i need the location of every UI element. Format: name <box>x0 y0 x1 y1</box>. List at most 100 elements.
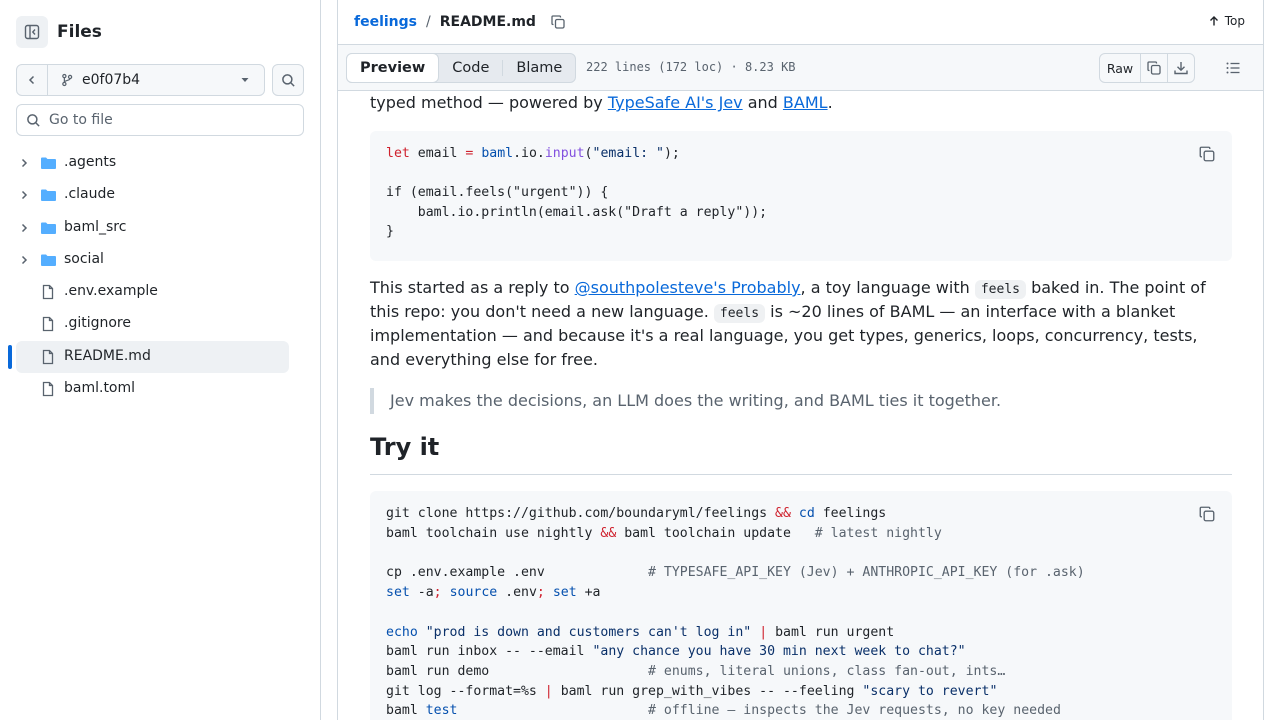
sidebar-collapse-icon <box>24 24 40 40</box>
tree-item-label: baml.toml <box>64 380 136 397</box>
tree-file-readme[interactable]: README.md <box>0 340 321 373</box>
tree-item-label: .gitignore <box>64 315 131 332</box>
code-line: let email = baml.io.input("email: "); <box>386 146 680 161</box>
chevron-right-icon[interactable] <box>18 157 30 169</box>
back-button[interactable] <box>17 65 48 95</box>
code-line: } <box>386 224 394 239</box>
breadcrumb-repo-link[interactable]: feelings <box>354 14 417 30</box>
git-branch-icon <box>62 73 73 87</box>
code-line: baml run demo # enums, literal unions, c… <box>386 664 1006 679</box>
breadcrumb-file: README.md <box>439 14 536 30</box>
file-icon <box>42 285 54 300</box>
copy-code-icon[interactable] <box>1198 145 1216 163</box>
tab-code[interactable]: Code <box>439 54 502 82</box>
tree-item-label: .env.example <box>64 283 158 300</box>
file-header: feelings / README.md Top <box>338 0 1263 45</box>
caret-down-icon <box>241 78 249 82</box>
inline-code: feels <box>713 304 766 323</box>
tree-item-label: baml_src <box>64 218 127 235</box>
tree-item-label: .claude <box>64 186 115 203</box>
code-block-try-it: git clone https://github.com/boundaryml/… <box>370 491 1232 720</box>
tree-file-gitignore[interactable]: .gitignore <box>0 308 321 340</box>
tree-file-baml-toml[interactable]: baml.toml <box>0 373 321 405</box>
chevron-right-icon[interactable] <box>18 254 30 266</box>
search-icon <box>281 73 295 87</box>
file-toolbar: Preview Code Blame 222 lines (172 loc) ·… <box>338 45 1263 91</box>
probably-link[interactable]: @southpolesteve's Probably <box>575 278 801 297</box>
tab-blame[interactable]: Blame <box>503 54 575 82</box>
file-icon <box>42 349 54 364</box>
copy-icon <box>1147 61 1161 75</box>
chevron-right-icon[interactable] <box>18 222 30 234</box>
folder-icon <box>41 222 56 234</box>
folder-icon <box>41 157 56 169</box>
sidebar-title: Files <box>57 22 102 42</box>
section-heading: Try it <box>370 433 1232 475</box>
search-button[interactable] <box>272 64 304 96</box>
folder-icon <box>41 254 56 266</box>
code-line: if (email.feels("urgent")) { <box>386 185 609 200</box>
branch-selector[interactable]: e0f07b4 <box>48 65 264 95</box>
tree-item-label: README.md <box>64 347 151 364</box>
chevron-right-icon[interactable] <box>18 189 30 201</box>
copy-path-icon[interactable] <box>550 14 566 30</box>
file-tree-sidebar: Files e0f07b4 Go to file .agents .claude… <box>0 0 321 720</box>
go-to-file <box>16 104 304 136</box>
file-info: 222 lines (172 loc) · 8.23 KB <box>586 60 796 74</box>
tree-folder-claude[interactable]: .claude <box>0 179 321 211</box>
inline-code: feels <box>974 280 1026 299</box>
code-line: baml toolchain use nightly && baml toolc… <box>386 526 942 541</box>
go-to-file-input[interactable] <box>49 112 289 128</box>
tree-file-env-example[interactable]: .env.example <box>0 276 321 308</box>
code-line: git clone https://github.com/boundaryml/… <box>386 506 887 521</box>
intro-text: . <box>827 93 833 112</box>
intro-text: typed method — powered by <box>370 93 608 112</box>
tab-preview[interactable]: Preview <box>346 53 440 83</box>
folder-icon <box>41 189 56 202</box>
code-line: baml run inbox -- --email "any chance yo… <box>386 644 966 659</box>
arrow-up-icon <box>1209 16 1218 26</box>
code-line: git log --format=%s | baml run grep_with… <box>386 684 998 699</box>
top-button[interactable]: Top <box>1208 14 1245 28</box>
file-icon <box>42 317 54 332</box>
active-highlight <box>16 340 289 373</box>
intro-text: and <box>742 93 783 112</box>
file-tree: .agents .claude baml_src social .env.exa… <box>0 147 321 405</box>
download-button[interactable] <box>1167 54 1194 82</box>
code-line: cp .env.example .env # TYPESAFE_API_KEY … <box>386 565 1085 580</box>
chevron-left-icon <box>28 75 35 85</box>
code-line: baml.io.println(email.ask("Draft a reply… <box>386 205 768 220</box>
para-line: implementation — and because it's a real… <box>370 326 1198 345</box>
tree-item-label: .agents <box>64 154 117 170</box>
para-line: and everything else for free. <box>370 350 598 369</box>
file-actions: Raw <box>1099 53 1195 83</box>
copy-raw-button[interactable] <box>1140 54 1167 82</box>
typesafe-jev-link[interactable]: TypeSafe AI's Jev <box>608 93 743 112</box>
breadcrumb: feelings / README.md <box>354 14 566 30</box>
copy-code-icon[interactable] <box>1198 505 1216 523</box>
tree-folder-baml-src[interactable]: baml_src <box>0 212 321 244</box>
code-line: baml test # offline — inspects the Jev r… <box>386 703 1061 718</box>
download-icon <box>1174 62 1188 75</box>
outline-list-icon[interactable] <box>1225 60 1241 76</box>
search-icon <box>27 113 40 127</box>
tree-folder-social[interactable]: social <box>0 244 321 276</box>
code-block-example: let email = baml.io.input("email: "); if… <box>370 131 1232 261</box>
tree-item-label: social <box>64 250 104 267</box>
file-view: feelings / README.md Top Preview Code Bl… <box>337 0 1264 720</box>
baml-link[interactable]: BAML <box>783 93 828 112</box>
para-line: this repo: you don't need a new language… <box>370 302 1176 323</box>
code-line: set -a; source .env; set +a <box>386 585 601 600</box>
sidebar-header: Files <box>16 16 102 48</box>
code-line: echo "prod is down and customers can't l… <box>386 625 895 640</box>
branch-group: e0f07b4 <box>16 64 265 96</box>
file-icon <box>42 381 54 397</box>
active-indicator <box>8 344 12 369</box>
view-mode-tabs: Preview Code Blame <box>346 53 577 83</box>
breadcrumb-separator: / <box>426 14 431 30</box>
branch-row: e0f07b4 <box>16 64 304 96</box>
collapse-sidebar-button[interactable] <box>16 16 48 48</box>
raw-button[interactable]: Raw <box>1100 54 1140 82</box>
tree-folder-agents[interactable]: .agents <box>0 147 321 179</box>
branch-name: e0f07b4 <box>82 72 141 88</box>
